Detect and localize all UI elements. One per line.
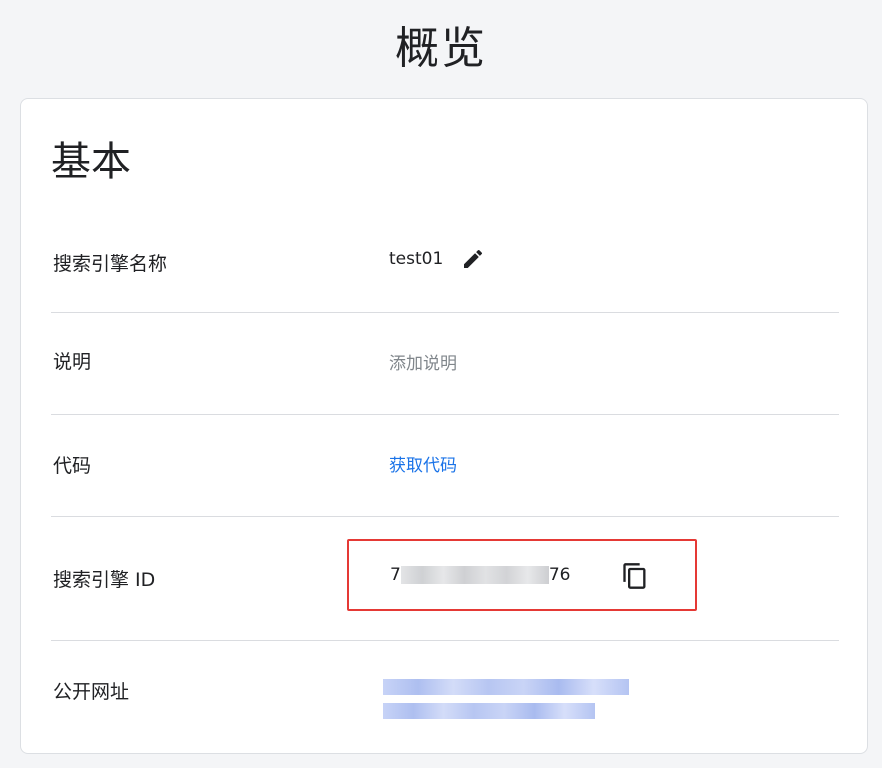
page-title: 概览 — [395, 23, 487, 74]
public-url-label: 公开网址 — [53, 681, 130, 703]
get-code-link[interactable]: 获取代码 — [389, 451, 457, 476]
section-title-basic: 基本 — [51, 139, 131, 185]
public-url-redacted-line-1[interactable] — [383, 679, 629, 695]
search-engine-name-value: test01 — [389, 249, 444, 269]
code-label: 代码 — [53, 455, 92, 477]
pencil-edit-icon[interactable] — [461, 247, 485, 271]
add-description-link[interactable]: 添加说明 — [389, 349, 457, 374]
row-search-engine-name: 搜索引擎名称 test01 — [51, 211, 839, 313]
search-engine-id-highlight: 7 76 — [347, 539, 697, 611]
search-engine-id-value: 7 76 — [390, 565, 570, 585]
search-engine-id-redacted — [400, 566, 549, 584]
basic-settings-card: 基本 搜索引擎名称 test01 说明 添加说明 代码 获取代码 搜索引擎 ID… — [20, 98, 868, 754]
search-engine-id-prefix: 7 — [390, 565, 401, 585]
search-engine-name-label: 搜索引擎名称 — [53, 253, 168, 275]
search-engine-id-label: 搜索引擎 ID — [53, 569, 156, 591]
row-public-url: 公开网址 — [51, 641, 839, 753]
public-url-redacted-line-2[interactable] — [383, 703, 595, 719]
copy-icon[interactable] — [621, 562, 649, 590]
row-description: 说明 添加说明 — [51, 313, 839, 415]
description-label: 说明 — [53, 351, 92, 373]
row-code: 代码 获取代码 — [51, 415, 839, 517]
search-engine-id-suffix: 76 — [548, 565, 571, 585]
search-engine-name-value-group: test01 — [389, 247, 485, 271]
